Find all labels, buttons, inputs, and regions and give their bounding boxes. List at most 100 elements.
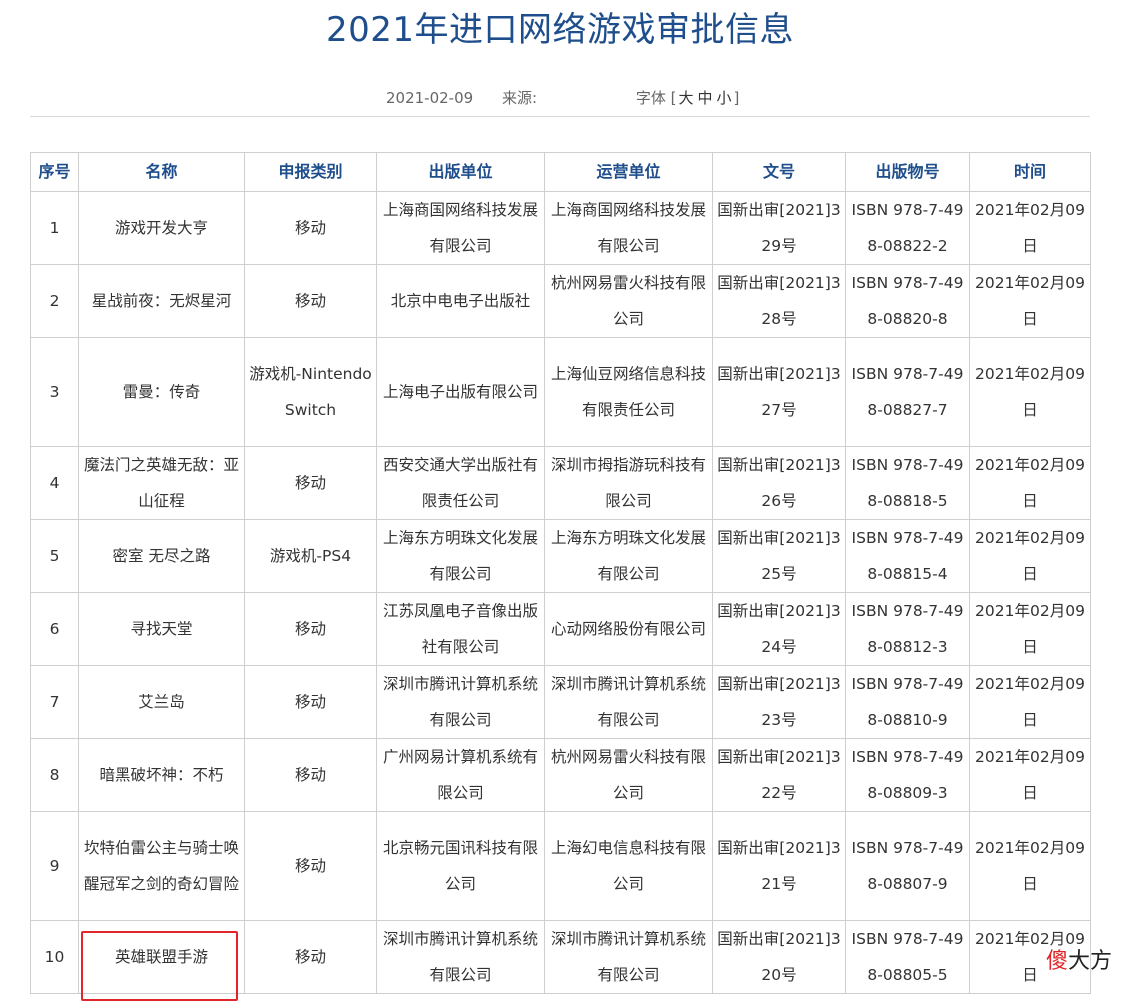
cell-operator: 杭州网易雷火科技有限公司 <box>544 264 713 338</box>
font-medium-link[interactable]: 中 <box>697 89 712 107</box>
cell-category: 移动 <box>244 811 377 921</box>
cell-publisher: 深圳市腾讯计算机系统有限公司 <box>376 665 545 739</box>
cell-name: 艾兰岛 <box>78 665 245 739</box>
cell-operator: 上海仙豆网络信息科技有限责任公司 <box>544 337 713 447</box>
cell-isbn: ISBN 978-7-498-08827-7 <box>845 337 970 447</box>
cell-name: 坎特伯雷公主与骑士唤醒冠军之剑的奇幻冒险 <box>78 811 245 921</box>
column-header-operator: 运营单位 <box>544 152 713 192</box>
cell-isbn: ISBN 978-7-498-08822-2 <box>845 191 970 265</box>
cell-operator: 杭州网易雷火科技有限公司 <box>544 738 713 812</box>
cell-name: 游戏开发大亨 <box>78 191 245 265</box>
column-header-category: 申报类别 <box>244 152 377 192</box>
cell-date: 2021年02月09日 <box>969 446 1091 520</box>
column-header-name: 名称 <box>78 152 245 192</box>
cell-operator: 上海幻电信息科技有限公司 <box>544 811 713 921</box>
table-row: 2 星战前夜：无烬星河 移动 北京中电电子出版社 杭州网易雷火科技有限公司 国新出审[20… <box>30 264 1091 338</box>
cell-publisher: 广州网易计算机系统有限公司 <box>376 738 545 812</box>
approval-table: 序号 名称 申报类别 出版单位 运营单位 文号 出版物号 时间 1 游戏开发大亨移… <box>30 152 1091 1001</box>
cell-date: 2021年02月09日 <box>969 264 1091 338</box>
cell-no: 4 <box>30 446 79 520</box>
cell-no: 10 <box>30 920 79 994</box>
watermark-red-text: 傻 <box>1045 949 1068 974</box>
column-header-publisher: 出版单位 <box>376 152 545 192</box>
header-divider <box>30 116 1090 117</box>
column-header-isbn: 出版物号 <box>845 152 970 192</box>
cell-category: 移动 <box>244 738 377 812</box>
cell-publisher: 上海电子出版有限公司 <box>376 337 545 447</box>
watermark: 傻大方 <box>1046 943 1112 975</box>
cell-no: 2 <box>30 264 79 338</box>
cell-name: 暗黑破坏神：不朽 <box>78 738 245 812</box>
cell-operator: 深圳市拇指游玩科技有限公司 <box>544 446 713 520</box>
cell-publisher: 西安交通大学出版社有限责任公司 <box>376 446 545 520</box>
cell-isbn: ISBN 978-7-498-08807-9 <box>845 811 970 921</box>
cell-doc-no: 国新出审[2021]325号 <box>712 519 846 593</box>
font-bracket-close: ] <box>733 89 740 107</box>
cell-publisher: 深圳市腾讯计算机系统有限公司 <box>376 920 545 994</box>
cell-doc-no: 国新出审[2021]322号 <box>712 738 846 812</box>
cell-no: 3 <box>30 337 79 447</box>
cell-name: 星战前夜：无烬星河 <box>78 264 245 338</box>
cell-isbn: ISBN 978-7-498-08820-8 <box>845 264 970 338</box>
cell-no: 7 <box>30 665 79 739</box>
cell-isbn: ISBN 978-7-498-08810-9 <box>845 665 970 739</box>
cell-no: 6 <box>30 592 79 666</box>
column-header-no: 序号 <box>30 152 79 192</box>
cell-operator: 深圳市腾讯计算机系统有限公司 <box>544 665 713 739</box>
cell-doc-no: 国新出审[2021]320号 <box>712 920 846 994</box>
cell-category: 移动 <box>244 592 377 666</box>
column-header-doc-no: 文号 <box>712 152 846 192</box>
cell-name-text: 英雄联盟手游 <box>114 948 208 966</box>
cell-name: 英雄联盟手游 <box>78 920 245 1001</box>
cell-category: 移动 <box>244 920 377 994</box>
cell-no: 5 <box>30 519 79 593</box>
table-row: 8 暗黑破坏神：不朽 移动 广州网易计算机系统有限公司 杭州网易雷火科技有限公司 国新出审… <box>30 738 1091 812</box>
cell-no: 9 <box>30 811 79 921</box>
cell-no: 1 <box>30 191 79 265</box>
column-header-date: 时间 <box>969 152 1091 192</box>
table-row: 1 游戏开发大亨 移动 上海商国网络科技发展有限公司 上海商国网络科技发展有限公司 国新出… <box>30 191 1091 265</box>
page-title: 2021年进口网络游戏审批信息 <box>325 10 795 50</box>
cell-name: 雷曼：传奇 <box>78 337 245 447</box>
cell-doc-no: 国新出审[2021]329号 <box>712 191 846 265</box>
cell-doc-no: 国新出审[2021]327号 <box>712 337 846 447</box>
cell-isbn: ISBN 978-7-498-08818-5 <box>845 446 970 520</box>
table-header-row: 序号 名称 申报类别 出版单位 运营单位 文号 出版物号 时间 <box>30 152 1091 192</box>
font-large-link[interactable]: 大 <box>678 89 693 107</box>
cell-isbn: ISBN 978-7-498-08815-4 <box>845 519 970 593</box>
cell-doc-no: 国新出审[2021]324号 <box>712 592 846 666</box>
cell-date: 2021年02月09日 <box>969 665 1091 739</box>
font-size-label: 字体 <box>635 89 666 107</box>
cell-category: 移动 <box>244 446 377 520</box>
cell-publisher: 上海东方明珠文化发展有限公司 <box>376 519 545 593</box>
table-row: 3 雷曼：传奇 游戏机-Nintendo Switch 上海电子出版有限公司 上海仙豆网… <box>30 337 1091 447</box>
cell-name: 密室 无尽之路 <box>78 519 245 593</box>
font-small-link[interactable]: 小 <box>717 89 732 107</box>
approval-table-body: 1 游戏开发大亨 移动 上海商国网络科技发展有限公司 上海商国网络科技发展有限公司 国新出… <box>30 191 1091 1001</box>
table-row: 10 英雄联盟手游 移动 深圳市腾讯计算机系统有限公司 深圳市腾讯计算机系统有限公司 国新… <box>30 920 1091 1001</box>
cell-doc-no: 国新出审[2021]328号 <box>712 264 846 338</box>
cell-operator: 上海商国网络科技发展有限公司 <box>544 191 713 265</box>
cell-doc-no: 国新出审[2021]326号 <box>712 446 846 520</box>
article-meta: 2021-02-09 来源: 字体 [大中小] <box>386 88 739 108</box>
table-row: 6 寻找天堂 移动 江苏凤凰电子音像出版社有限公司 心动网络股份有限公司 国新出审[202… <box>30 592 1091 666</box>
cell-date: 2021年02月09日 <box>969 337 1091 447</box>
cell-doc-no: 国新出审[2021]321号 <box>712 811 846 921</box>
cell-date: 2021年02月09日 <box>969 191 1091 265</box>
cell-publisher: 上海商国网络科技发展有限公司 <box>376 191 545 265</box>
cell-publisher: 北京畅元国讯科技有限公司 <box>376 811 545 921</box>
cell-date: 2021年02月09日 <box>969 592 1091 666</box>
cell-isbn: ISBN 978-7-498-08812-3 <box>845 592 970 666</box>
cell-name: 魔法门之英雄无敌：亚山征程 <box>78 446 245 520</box>
cell-name: 寻找天堂 <box>78 592 245 666</box>
cell-operator: 深圳市腾讯计算机系统有限公司 <box>544 920 713 994</box>
cell-isbn: ISBN 978-7-498-08805-5 <box>845 920 970 994</box>
cell-category: 移动 <box>244 264 377 338</box>
cell-operator: 心动网络股份有限公司 <box>544 592 713 666</box>
highlight-box <box>81 931 238 1001</box>
cell-date: 2021年02月09日 <box>969 519 1091 593</box>
publish-date: 2021-02-09 <box>386 89 474 107</box>
cell-publisher: 北京中电电子出版社 <box>376 264 545 338</box>
cell-isbn: ISBN 978-7-498-08809-3 <box>845 738 970 812</box>
font-size-control: 字体 [大中小] <box>636 88 740 108</box>
